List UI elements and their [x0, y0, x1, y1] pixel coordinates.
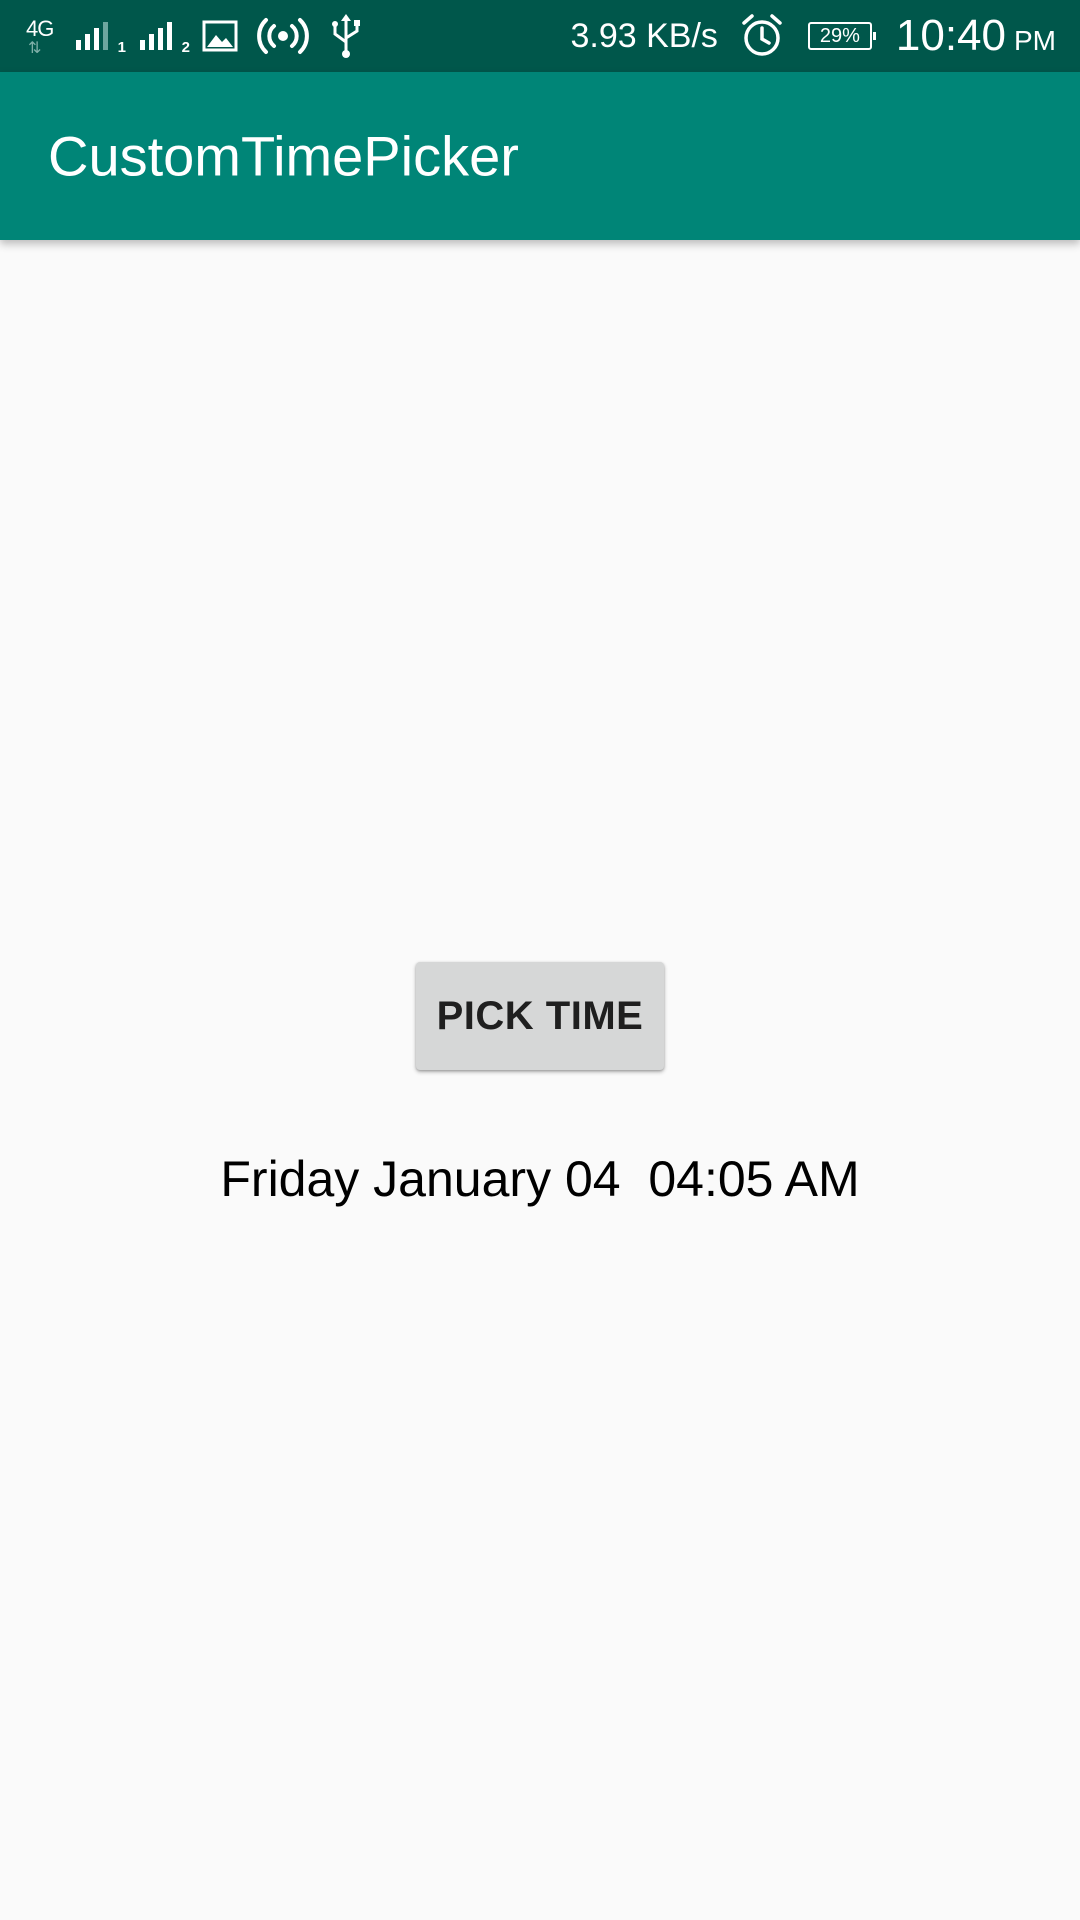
selected-datetime-text: Friday January 04 04:05 AM [220, 1151, 860, 1207]
network-type-icon: 4G ⇅ [26, 14, 62, 58]
pick-time-button[interactable]: PICK TIME [416, 962, 664, 1070]
data-arrows-icon: ⇅ [28, 40, 41, 57]
status-bar-right: 3.93 KB/s 29% 10:40 PM [570, 0, 1056, 72]
app-bar: CustomTimePicker [0, 72, 1080, 240]
app-title: CustomTimePicker [48, 124, 519, 188]
clock-ampm: PM [1014, 25, 1056, 56]
hotspot-icon [256, 16, 310, 56]
image-icon [202, 20, 238, 52]
signal-sim1-icon: 1 [74, 16, 126, 56]
battery-icon: 29% [807, 22, 876, 50]
usb-icon [328, 12, 364, 60]
status-bar-left: 4G ⇅ 1 2 [26, 0, 364, 72]
screen: 4G ⇅ 1 2 3.93 KB/s 29% 10:40 PM CustomTi… [0, 0, 1080, 1920]
status-bar: 4G ⇅ 1 2 3.93 KB/s 29% 10:40 PM [0, 0, 1080, 72]
signal-sim2-icon: 2 [138, 16, 190, 56]
clock-time: 10:40 [895, 11, 1006, 60]
network-speed: 3.93 KB/s [570, 16, 718, 55]
alarm-icon [740, 13, 784, 59]
sim2-label: 2 [181, 39, 190, 56]
sim1-label: 1 [117, 39, 126, 56]
battery-level: 29% [819, 24, 860, 47]
